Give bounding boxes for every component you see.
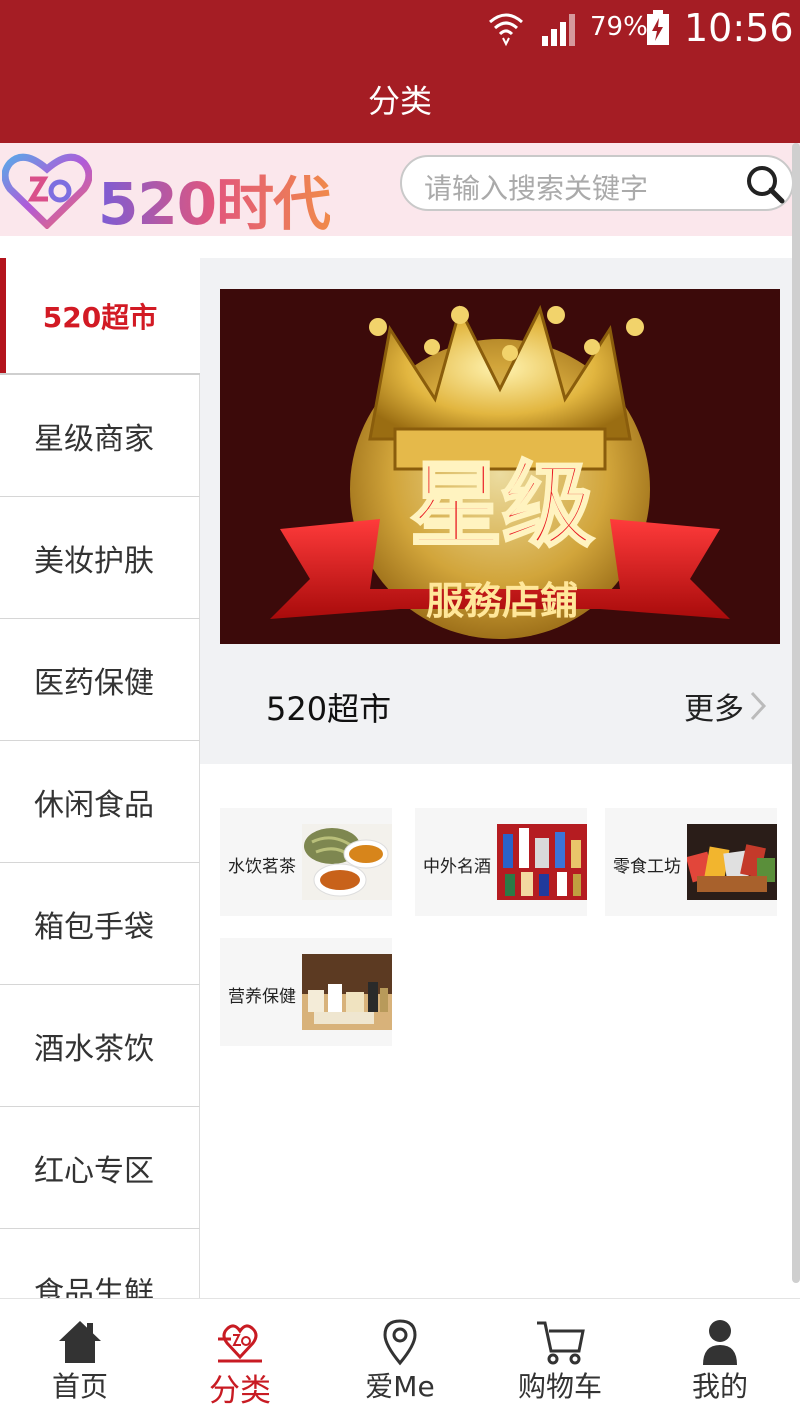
sidebar-item-drinks-tea[interactable]: 酒水茶饮 bbox=[0, 985, 200, 1107]
battery-charging-icon bbox=[647, 10, 669, 45]
category-logo-icon bbox=[218, 1324, 262, 1363]
nav-label: 我的 bbox=[691, 1370, 748, 1403]
page-title: 分类 bbox=[367, 82, 432, 120]
sidebar-item-bags[interactable]: 箱包手袋 bbox=[0, 863, 200, 985]
brand-logo-icon bbox=[2, 153, 92, 229]
nav-label: 爱Me bbox=[365, 1370, 435, 1403]
home-icon bbox=[59, 1321, 101, 1363]
brand-search-bar: 520时代 请输入搜索关键字 bbox=[0, 143, 800, 238]
brand-logo-text: 520时代 bbox=[98, 157, 331, 241]
sidebar-item-label: 520超市 bbox=[42, 300, 158, 334]
divider bbox=[0, 236, 800, 258]
crown-banner-image: 星级 服務店鋪 bbox=[220, 289, 780, 644]
subcategory-tile-tea[interactable]: 水饮茗茶 bbox=[220, 808, 392, 916]
subcategory-tile-liquor[interactable]: 中外名酒 bbox=[415, 808, 587, 916]
sidebar-item-520-supermarket[interactable]: 520超市 bbox=[0, 258, 200, 375]
banner-area: 星级 服務店鋪 520超市 更多 bbox=[200, 258, 792, 764]
chevron-right-icon[interactable] bbox=[748, 689, 768, 723]
search-placeholder: 请输入搜索关键字 bbox=[424, 172, 649, 205]
tea-product-image bbox=[302, 824, 392, 900]
app-header: 79% 10:56 分类 bbox=[0, 0, 800, 143]
sidebar-item-label: 美妆护肤 bbox=[34, 543, 154, 579]
health-product-image bbox=[302, 954, 392, 1030]
cart-icon bbox=[537, 1321, 585, 1365]
more-link[interactable]: 更多 bbox=[684, 684, 744, 728]
subcategory-tile-snacks[interactable]: 零食工坊 bbox=[605, 808, 777, 916]
tile-label: 中外名酒 bbox=[423, 857, 491, 877]
sidebar-item-label: 酒水茶饮 bbox=[34, 1031, 154, 1067]
banner-subline: 服務店鋪 bbox=[426, 579, 578, 623]
sidebar-item-label: 医药保健 bbox=[34, 665, 154, 701]
category-sidebar[interactable]: 520超市 星级商家 美妆护肤 医药保健 休闲食品 箱包手袋 酒水茶饮 红心专区… bbox=[0, 258, 200, 1351]
wifi-icon bbox=[489, 13, 523, 47]
sidebar-item-label: 红心专区 bbox=[34, 1153, 154, 1189]
sidebar-item-label: 星级商家 bbox=[34, 421, 154, 457]
search-icon[interactable] bbox=[744, 163, 786, 205]
tile-label: 零食工坊 bbox=[613, 857, 681, 877]
search-input[interactable]: 请输入搜索关键字 bbox=[400, 155, 794, 211]
sidebar-item-beauty-skincare[interactable]: 美妆护肤 bbox=[0, 497, 200, 619]
liquor-product-image bbox=[497, 824, 587, 900]
banner-headline: 星级 bbox=[410, 452, 594, 559]
scrollbar[interactable] bbox=[792, 143, 800, 1283]
nav-cart[interactable]: 购物车 bbox=[480, 1299, 640, 1423]
sidebar-item-label: 休闲食品 bbox=[34, 787, 154, 823]
status-bar: 79% 10:56 bbox=[0, 0, 800, 60]
section-title: 520超市 bbox=[266, 690, 392, 728]
subcategory-tile-health[interactable]: 营养保健 bbox=[220, 938, 392, 1046]
battery-percentage: 79% bbox=[590, 12, 648, 42]
user-icon bbox=[703, 1320, 737, 1365]
star-service-banner[interactable]: 星级 服務店鋪 bbox=[220, 289, 780, 644]
nav-mine[interactable]: 我的 bbox=[640, 1299, 800, 1423]
sidebar-item-star-merchants[interactable]: 星级商家 bbox=[0, 375, 200, 497]
category-content: 星级 服務店鋪 520超市 更多 水饮茗茶 中外名酒 零食工坊 营养保健 bbox=[200, 258, 792, 1298]
bottom-navigation: 首页 分类 爱Me 购物车 我的 bbox=[0, 1298, 800, 1422]
nav-label: 购物车 bbox=[517, 1370, 602, 1403]
sidebar-item-medicine-health[interactable]: 医药保健 bbox=[0, 619, 200, 741]
location-pin-icon bbox=[383, 1319, 417, 1366]
sidebar-item-label: 箱包手袋 bbox=[34, 909, 154, 945]
signal-icon bbox=[542, 14, 575, 46]
tile-label: 营养保健 bbox=[228, 987, 296, 1007]
snacks-product-image bbox=[687, 824, 777, 900]
nav-home[interactable]: 首页 bbox=[0, 1299, 160, 1423]
tile-label: 水饮茗茶 bbox=[228, 857, 296, 877]
sidebar-item-red-heart-zone[interactable]: 红心专区 bbox=[0, 1107, 200, 1229]
nav-love-me[interactable]: 爱Me bbox=[320, 1299, 480, 1423]
clock: 10:56 bbox=[684, 6, 794, 50]
sidebar-item-snacks[interactable]: 休闲食品 bbox=[0, 741, 200, 863]
nav-label: 分类 bbox=[209, 1373, 271, 1409]
nav-category[interactable]: 分类 bbox=[160, 1299, 320, 1423]
nav-label: 首页 bbox=[51, 1370, 108, 1403]
